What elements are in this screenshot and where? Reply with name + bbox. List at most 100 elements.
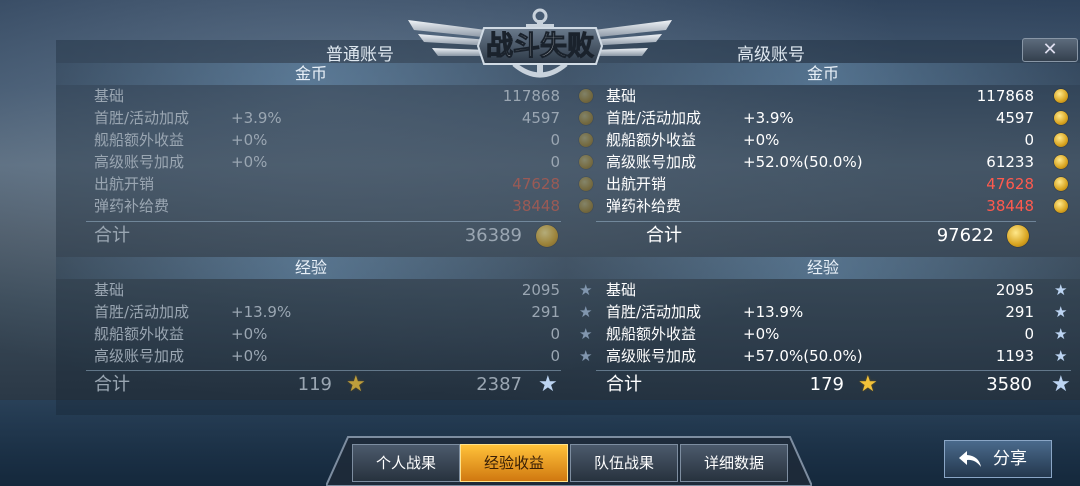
exp-section-header: 经验 [56,257,566,279]
captain-exp-value: 179 [809,374,844,395]
premium-account-panel: 金币 基础 117868 首胜/活动加成 +3.9% 4597 舰船额外收益 +… [566,40,1080,415]
divider [596,370,1071,371]
divider [86,370,561,371]
tab-label: 队伍战果 [593,454,654,472]
row-label: 基础 [606,281,637,299]
row-percent: +3.9% [743,109,794,127]
gold-row-ammo-cost: 弹药补给费 38448 [94,195,593,217]
gold-coin-icon [1054,111,1068,125]
gold-row-ship-bonus: 舰船额外收益 +0% 0 [94,129,593,151]
row-value: 0 [1024,131,1034,149]
row-value: 291 [531,303,560,321]
gold-row-ammo-cost: 弹药补给费 38448 [606,195,1076,217]
exp-total-value: 2387 [476,374,522,395]
exp-row-premium-bonus: 高级账号加成 +0% 0 ★ [94,345,592,367]
row-percent: +0% [231,131,268,149]
row-value: 0 [550,153,560,171]
row-percent: +3.9% [231,109,282,127]
gold-star-icon: ★ [346,372,366,397]
exp-total-label: 合计 [94,374,130,395]
exp-row-first-win: 首胜/活动加成 +13.9% 291 ★ [94,301,592,323]
tab-exp-income[interactable]: 经验收益 [460,444,568,482]
row-label: 高级账号加成 [606,347,697,365]
row-value: 4597 [521,109,560,127]
gold-coin-icon [1054,199,1068,213]
row-label: 出航开销 [606,175,667,193]
row-percent: +0% [743,131,780,149]
normal-account-panel: 金币 基础 117868 首胜/活动加成 +3.9% 4597 舰船额外收益 +… [56,40,593,415]
star-icon: ★ [1054,281,1068,299]
row-label: 基础 [94,87,125,105]
divider [596,221,1036,222]
tab-label: 详细数据 [703,454,764,472]
gold-row-sortie-cost: 出航开销 47628 [606,173,1076,195]
gold-total-label: 合计 [94,225,130,246]
gold-row-base: 基础 117868 [606,85,1076,107]
row-label: 首胜/活动加成 [94,303,190,321]
gold-row-first-win: 首胜/活动加成 +3.9% 4597 [606,107,1076,129]
gold-coin-icon [1054,155,1068,169]
exp-row-ship-bonus: 舰船额外收益 +0% 0 ★ [606,323,1076,345]
star-icon: ★ [1054,347,1068,365]
gold-row-premium-bonus: 高级账号加成 +52.0%(50.0%) 61233 [606,151,1076,173]
star-icon: ★ [1051,372,1071,397]
row-percent: +0% [743,325,780,343]
gold-row-sortie-cost: 出航开销 47628 [94,173,593,195]
row-value: 47628 [986,175,1034,193]
gold-coin-icon [536,225,558,247]
row-label: 舰船额外收益 [94,131,185,149]
row-percent: +0% [231,325,268,343]
row-percent: +13.9% [743,303,804,321]
exp-row-base: 基础 2095 ★ [606,279,1076,301]
gold-total-value: 36389 [464,225,522,246]
captain-exp-value: 119 [297,374,332,395]
row-label: 舰船额外收益 [94,325,185,343]
exp-section-header: 经验 [566,257,1080,279]
gold-star-icon: ★ [858,372,878,397]
row-value: 0 [1024,325,1034,343]
row-percent: +52.0%(50.0%) [743,153,863,171]
row-value: 2095 [521,281,560,299]
exp-total-label: 合计 [606,374,642,395]
battle-result-banner: 战斗失败 [408,8,672,78]
battle-result-title: 战斗失败 [486,31,594,62]
share-button[interactable]: 分享 [944,440,1052,478]
exp-total-value: 3580 [986,374,1032,395]
row-label: 高级账号加成 [606,153,697,171]
row-label: 首胜/活动加成 [94,109,190,127]
gold-coin-icon [1054,133,1068,147]
tab-label: 个人战果 [375,454,436,472]
row-label: 首胜/活动加成 [606,303,702,321]
row-label: 舰船额外收益 [606,131,697,149]
row-value: 117868 [976,87,1034,105]
row-label: 舰船额外收益 [606,325,697,343]
exp-row-premium-bonus: 高级账号加成 +57.0%(50.0%) 1193 ★ [606,345,1076,367]
exp-row-ship-bonus: 舰船额外收益 +0% 0 ★ [94,323,592,345]
row-label: 基础 [606,87,637,105]
share-label: 分享 [993,449,1027,469]
gold-row-ship-bonus: 舰船额外收益 +0% 0 [606,129,1076,151]
row-label: 首胜/活动加成 [606,109,702,127]
star-icon: ★ [1054,303,1068,321]
normal-account-title: 普通账号 [326,45,394,65]
tab-team-results[interactable]: 队伍战果 [570,444,678,482]
gold-row-base: 基础 117868 [94,85,593,107]
close-button[interactable]: ✕ [1022,38,1078,62]
row-label: 基础 [94,281,125,299]
row-value: 38448 [512,197,560,215]
row-value: 117868 [502,87,560,105]
row-value: 1193 [995,347,1034,365]
gold-coin-icon [1054,89,1068,103]
row-percent: +0% [231,153,268,171]
tab-label: 经验收益 [483,454,544,472]
tab-detailed-data[interactable]: 详细数据 [680,444,788,482]
premium-account-title: 高级账号 [737,45,805,65]
row-value: 4597 [995,109,1034,127]
exp-row-first-win: 首胜/活动加成 +13.9% 291 ★ [606,301,1076,323]
tab-personal-results[interactable]: 个人战果 [352,444,460,482]
row-value: 0 [550,325,560,343]
row-percent: +57.0%(50.0%) [743,347,863,365]
row-value: 47628 [512,175,560,193]
row-label: 出航开销 [94,175,155,193]
gold-total-value: 97622 [936,225,994,246]
